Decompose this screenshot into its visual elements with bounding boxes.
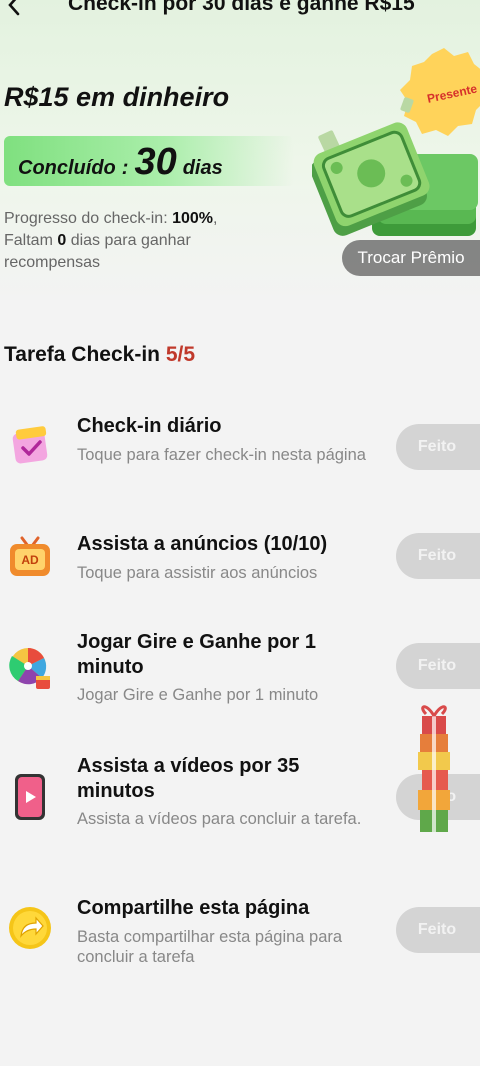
share-arrow-icon xyxy=(9,907,51,949)
task-desc: Assista a vídeos para concluir a tarefa. xyxy=(77,810,362,828)
ad-tv-icon: AD xyxy=(10,536,50,576)
task-done-button[interactable]: Feito xyxy=(396,907,480,953)
remaining-value: 0 xyxy=(57,232,67,249)
swap-prize-button[interactable]: Trocar Prêmio xyxy=(342,240,480,276)
completed-separator: : xyxy=(121,157,129,179)
reward-title: R$15 em dinheiro xyxy=(4,82,230,112)
task-done-button[interactable]: Feito xyxy=(396,533,480,579)
progress-comma: , xyxy=(213,210,218,227)
cash-stack-illustration: Presente Garantido xyxy=(312,48,480,236)
task-desc: Toque para assistir aos anúncios xyxy=(77,564,318,582)
calendar-check-icon xyxy=(12,426,48,464)
task-section-count: 5/5 xyxy=(165,343,196,366)
task-section-title: Tarefa Check-in 5/5 xyxy=(4,343,195,367)
task-title: Jogar Gire e Ganhe por 1 minuto xyxy=(77,631,316,678)
task-title: Check-in diário xyxy=(77,415,222,437)
task-title: Assista a anúncios (10/10) xyxy=(77,533,328,555)
task-done-button[interactable]: Feito xyxy=(396,643,480,689)
page-title: Check-in por 30 dias e ganhe R$15 xyxy=(68,0,415,15)
guarantee-badge-icon: Presente Garantido xyxy=(400,48,480,136)
task-desc: Jogar Gire e Ganhe por 1 minuto xyxy=(77,686,319,704)
video-phone-icon xyxy=(15,774,45,820)
task-title: Compartilhe esta página xyxy=(77,897,310,919)
completed-pill: Concluído : 30 dias xyxy=(4,136,294,186)
task-done-button[interactable]: Feito xyxy=(396,424,480,470)
completed-label: Concluído xyxy=(18,157,116,179)
spin-wheel-icon xyxy=(9,648,50,689)
progress-prefix: Progresso do check-in: xyxy=(4,210,173,227)
completed-days: 30 xyxy=(134,141,177,183)
progress-value: 100% xyxy=(172,210,213,227)
task-desc: Toque para fazer check-in nesta página xyxy=(77,446,366,464)
completed-unit: dias xyxy=(182,157,223,179)
gift-stack-icon[interactable] xyxy=(412,700,456,834)
top-bar: Check-in por 30 dias e ganhe R$15 xyxy=(0,0,480,16)
task-section-label: Tarefa Check-in xyxy=(4,343,160,366)
progress-text: Progresso do check-in: 100%, Faltam 0 di… xyxy=(4,208,264,274)
task-title: Assista a vídeos por 35 minutos xyxy=(77,755,300,802)
back-arrow-icon[interactable] xyxy=(4,0,26,16)
svg-text:AD: AD xyxy=(21,553,39,567)
remaining-prefix: Faltam xyxy=(4,232,58,249)
task-desc: Basta compartilhar esta página para conc… xyxy=(77,928,343,966)
